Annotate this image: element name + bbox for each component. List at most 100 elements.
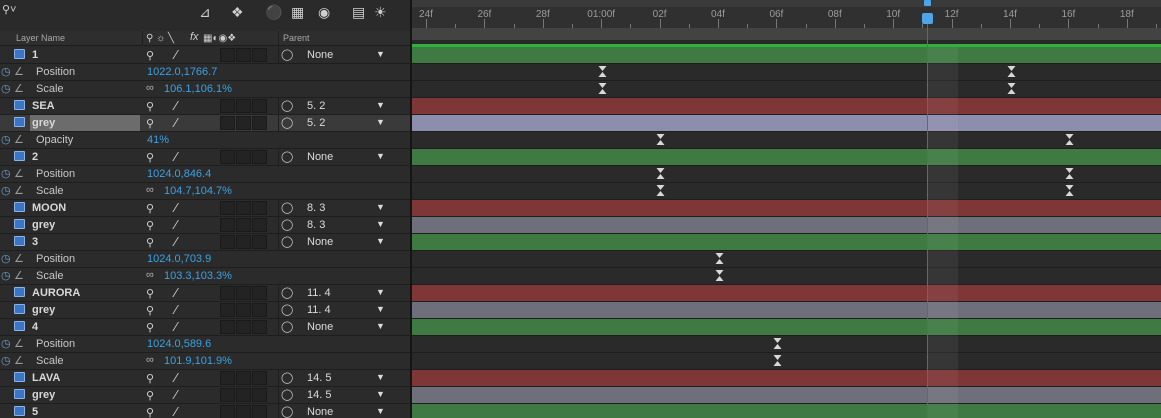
keyframe-icon[interactable] xyxy=(715,270,724,281)
layer-duration-bar[interactable] xyxy=(412,285,1161,301)
chevron-down-icon[interactable]: ▼ xyxy=(376,202,385,212)
property-row[interactable]: ◷ ∠ Scale ∞ 103.3,103.3% xyxy=(0,268,410,285)
property-value[interactable]: 106.1,106.1% xyxy=(164,83,232,95)
parent-select[interactable]: 11. 4 xyxy=(307,304,331,316)
adjustment-switch[interactable] xyxy=(236,235,251,249)
parent-select[interactable]: 8. 3 xyxy=(307,219,325,231)
graph-icon[interactable]: ∠ xyxy=(14,337,24,350)
keyframe-icon[interactable] xyxy=(773,338,783,349)
layer-row[interactable]: SEA ⚲ ∕ ◯ 5. 2 ▼ xyxy=(0,98,410,115)
motion-blur-switch[interactable] xyxy=(220,371,235,385)
keyframe-icon[interactable] xyxy=(656,185,666,196)
3d-layer-switch[interactable] xyxy=(252,99,267,113)
property-row[interactable]: ◷ ∠ Position 1024.0,703.9 xyxy=(0,251,410,268)
collapse-switch-icon[interactable]: ∕ xyxy=(175,149,177,164)
cti-navigator-marker[interactable] xyxy=(924,0,931,6)
collapse-switch-icon[interactable]: ∕ xyxy=(175,217,177,232)
pick-whip-icon[interactable]: ◯ xyxy=(281,218,293,231)
3d-layer-switch[interactable] xyxy=(252,48,267,62)
adjustment-switch[interactable] xyxy=(236,371,251,385)
work-area-bar[interactable] xyxy=(412,28,1161,40)
motion-blur-switch[interactable] xyxy=(220,201,235,215)
brainstorm-icon[interactable]: ☀ xyxy=(374,4,387,20)
draft-3d-icon[interactable]: ❖ xyxy=(231,4,244,20)
chevron-down-icon[interactable]: ▼ xyxy=(376,372,385,382)
3d-layer-switch[interactable] xyxy=(252,388,267,402)
search-options-icon[interactable]: ⚲˅ xyxy=(2,2,16,18)
adjustment-switch[interactable] xyxy=(236,150,251,164)
layer-duration-bar[interactable] xyxy=(412,200,1161,216)
shy-switch-icon[interactable]: ⚲ xyxy=(146,100,154,113)
graph-icon[interactable]: ∠ xyxy=(14,269,24,282)
pick-whip-icon[interactable]: ◯ xyxy=(281,150,293,163)
layer-name[interactable]: MOON xyxy=(32,202,66,214)
keyframe-icon[interactable] xyxy=(1007,66,1016,77)
pick-whip-icon[interactable]: ◯ xyxy=(281,286,293,299)
parent-select[interactable]: 8. 3 xyxy=(307,202,325,214)
adjustment-switch[interactable] xyxy=(236,116,251,130)
3d-layer-switch[interactable] xyxy=(252,235,267,249)
property-row[interactable]: ◷ ∠ Scale ∞ 106.1,106.1% xyxy=(0,81,410,98)
motion-blur-switch[interactable] xyxy=(220,303,235,317)
motion-blur-switch[interactable] xyxy=(220,235,235,249)
chevron-down-icon[interactable]: ▼ xyxy=(376,389,385,399)
collapse-switch-icon[interactable]: ∕ xyxy=(175,404,177,418)
adjustment-switch[interactable] xyxy=(236,99,251,113)
stopwatch-icon[interactable]: ◷ xyxy=(1,133,11,146)
layer-row[interactable]: 2 ⚲ ∕ ◯ None ▼ xyxy=(0,149,410,166)
adjustment-switch[interactable] xyxy=(236,320,251,334)
collapse-switch-icon[interactable]: ∕ xyxy=(175,200,177,215)
property-value[interactable]: 1024.0,703.9 xyxy=(147,253,211,265)
3d-layer-switch[interactable] xyxy=(252,286,267,300)
layer-name[interactable]: 1 xyxy=(32,49,38,61)
layer-duration-bar[interactable] xyxy=(412,234,1161,250)
shy-icon[interactable]: ⚫ xyxy=(265,4,282,20)
layer-duration-bar[interactable] xyxy=(412,370,1161,386)
shy-switch-icon[interactable]: ⚲ xyxy=(146,372,154,385)
chevron-down-icon[interactable]: ▼ xyxy=(376,321,385,331)
parent-select[interactable]: 14. 5 xyxy=(307,389,331,401)
parent-select[interactable]: None xyxy=(307,49,333,61)
layer-duration-bar[interactable] xyxy=(412,302,1161,318)
graph-icon[interactable]: ∠ xyxy=(14,252,24,265)
collapse-switch-icon[interactable]: ∕ xyxy=(175,387,177,402)
property-value[interactable]: 101.9,101.9% xyxy=(164,355,232,367)
chevron-down-icon[interactable]: ▼ xyxy=(376,219,385,229)
time-ruler[interactable]: 24f 26f 28f 01:00f 02f 04f 06f 08f 10f 12f 14f 16f 1… xyxy=(412,0,1161,28)
keyframe-icon[interactable] xyxy=(1065,185,1075,196)
3d-layer-switch[interactable] xyxy=(252,218,267,232)
adjustment-switch[interactable] xyxy=(236,388,251,402)
motion-blur-switch[interactable] xyxy=(220,116,235,130)
constrain-proportions-icon[interactable]: ∞ xyxy=(146,354,154,366)
keyframe-icon[interactable] xyxy=(656,168,666,179)
motion-blur-switch[interactable] xyxy=(220,320,235,334)
layer-name[interactable]: grey xyxy=(32,389,55,401)
shy-switch-icon[interactable]: ⚲ xyxy=(146,117,154,130)
stopwatch-icon[interactable]: ◷ xyxy=(1,252,11,265)
layer-row[interactable]: grey ⚲ ∕ ◯ 14. 5 ▼ xyxy=(0,387,410,404)
frame-blending-icon[interactable]: ▦ xyxy=(291,4,304,20)
parent-select[interactable]: 11. 4 xyxy=(307,287,331,299)
graph-icon[interactable]: ∠ xyxy=(14,133,24,146)
motion-blur-switch[interactable] xyxy=(220,388,235,402)
chevron-down-icon[interactable]: ▼ xyxy=(376,406,385,416)
stopwatch-icon[interactable]: ◷ xyxy=(1,184,11,197)
property-value[interactable]: 104.7,104.7% xyxy=(164,185,232,197)
3d-layer-switch[interactable] xyxy=(252,201,267,215)
shy-switch-icon[interactable]: ⚲ xyxy=(146,49,154,62)
layer-name[interactable]: grey xyxy=(32,219,55,231)
time-navigator[interactable] xyxy=(412,0,1161,7)
pick-whip-icon[interactable]: ◯ xyxy=(281,303,293,316)
layer-duration-bar[interactable] xyxy=(412,217,1161,233)
motion-blur-switch[interactable] xyxy=(220,405,235,418)
property-row[interactable]: ◷ ∠ Scale ∞ 104.7,104.7% xyxy=(0,183,410,200)
pick-whip-icon[interactable]: ◯ xyxy=(281,99,293,112)
shy-switch-icon[interactable]: ⚲ xyxy=(146,406,154,418)
layer-row[interactable]: 4 ⚲ ∕ ◯ None ▼ xyxy=(0,319,410,336)
layer-name[interactable]: grey xyxy=(32,304,55,316)
layer-name-header[interactable]: Layer Name xyxy=(16,33,65,43)
collapse-switch-icon[interactable]: ∕ xyxy=(175,234,177,249)
layer-name[interactable]: LAVA xyxy=(32,372,60,384)
keyframe-icon[interactable] xyxy=(598,83,608,94)
layer-row[interactable]: grey ⚲ ∕ ◯ 5. 2 ▼ xyxy=(0,115,410,132)
